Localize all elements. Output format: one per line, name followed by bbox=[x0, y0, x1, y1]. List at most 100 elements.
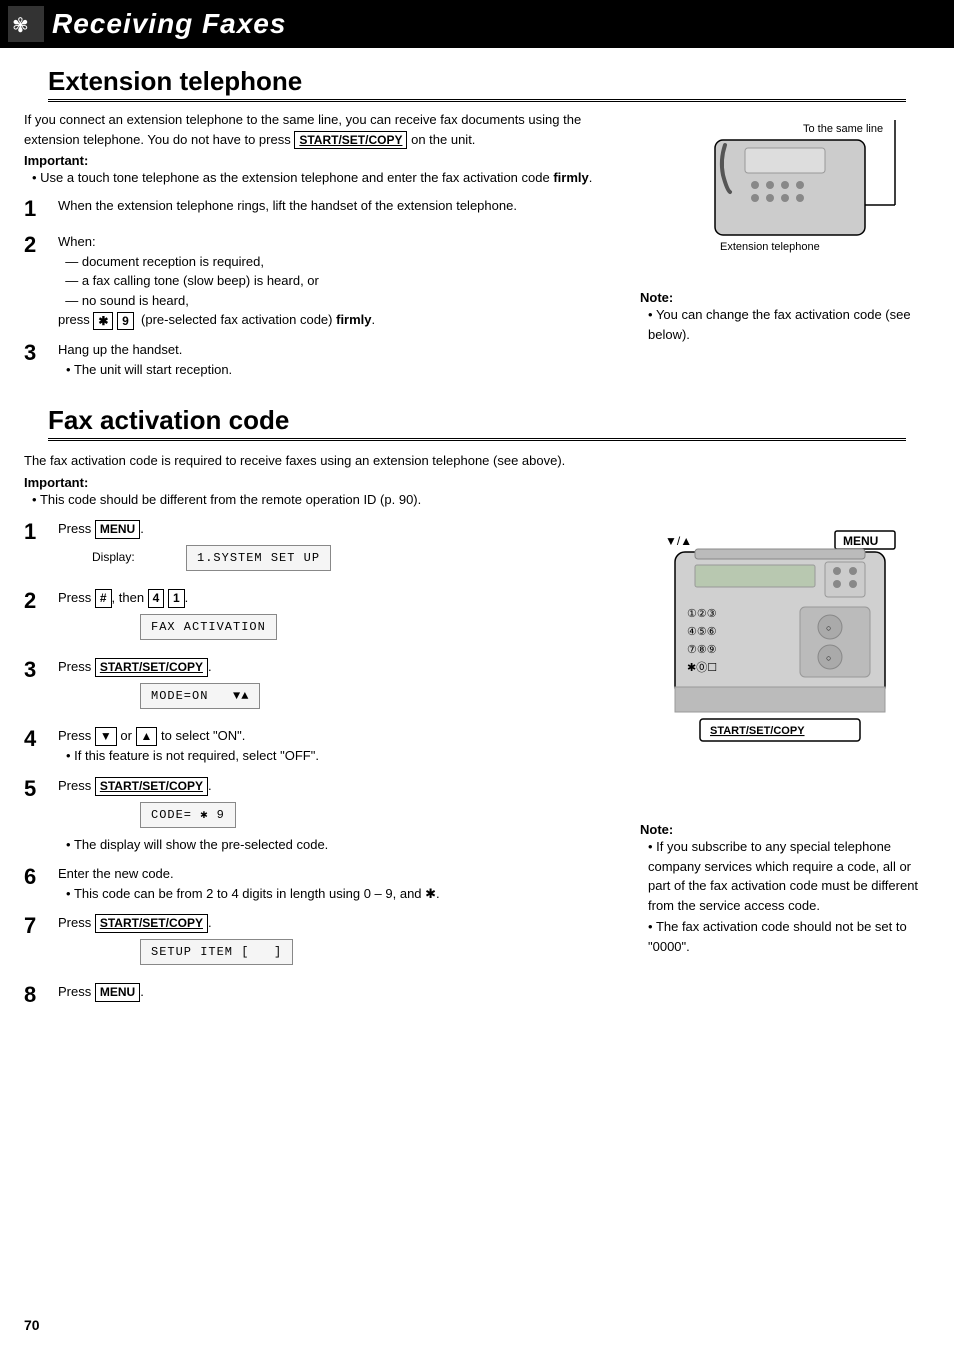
fax-step-6-number: 6 bbox=[24, 864, 52, 890]
fax-activation-cols: 1 Press MENU. Display: 1.SYSTEM SET UP 2 bbox=[24, 519, 930, 1018]
ext-step-2-number: 2 bbox=[24, 232, 52, 258]
display-label-1: Display: bbox=[92, 550, 138, 564]
fax-step-6-content: Enter the new code. This code can be fro… bbox=[58, 864, 440, 903]
svg-text:Extension telephone: Extension telephone bbox=[720, 241, 820, 253]
fax-step-6: 6 Enter the new code. This code can be f… bbox=[24, 864, 624, 903]
start-set-copy-key-5: START/SET/COPY bbox=[95, 777, 208, 796]
menu-key-8: MENU bbox=[95, 983, 140, 1002]
extension-section: Extension telephone If you connect an ex… bbox=[0, 48, 954, 389]
page-header: ✾ Receiving Faxes bbox=[0, 0, 954, 48]
fax-step-7-content: Press START/SET/COPY. SETUP ITEM [ ] bbox=[58, 913, 293, 972]
ext-step-1-number: 1 bbox=[24, 196, 52, 222]
fax-step-2-number: 2 bbox=[24, 588, 52, 614]
svg-text:▼/▲: ▼/▲ bbox=[665, 534, 692, 548]
fax-step-1-display-area: Display: 1.SYSTEM SET UP bbox=[92, 542, 331, 574]
fax-activation-section: Fax activation code The fax activation c… bbox=[0, 405, 954, 1018]
fax-step-1-number: 1 bbox=[24, 519, 52, 545]
ext-tel-illustration: To the same line bbox=[640, 110, 930, 278]
fax-important-label: Important: bbox=[24, 475, 930, 490]
extension-intro: If you connect an extension telephone to… bbox=[24, 110, 624, 149]
display-2: FAX ACTIVATION bbox=[140, 614, 277, 640]
fax-note-1: If you subscribe to any special telephon… bbox=[648, 837, 930, 915]
ext-step-1-content: When the extension telephone rings, lift… bbox=[58, 196, 517, 216]
fax-note-label: Note: bbox=[640, 822, 930, 837]
display-7: SETUP ITEM [ ] bbox=[140, 939, 293, 965]
svg-text:○: ○ bbox=[826, 653, 831, 663]
svg-text:✾: ✾ bbox=[12, 15, 29, 37]
page: ✾ Receiving Faxes Extension telephone If… bbox=[0, 0, 954, 1349]
svg-text:To the same line: To the same line bbox=[803, 123, 883, 135]
fax-step-3-content: Press START/SET/COPY. MODE=ON ▼▲ bbox=[58, 657, 260, 716]
fax-note-2: The fax activation code should not be se… bbox=[648, 917, 930, 956]
display-1: 1.SYSTEM SET UP bbox=[186, 545, 331, 571]
fax-step-5-number: 5 bbox=[24, 776, 52, 802]
fax-activation-right: ▼/▲ MENU bbox=[640, 519, 930, 1018]
fax-step-8: 8 Press MENU. bbox=[24, 982, 624, 1008]
fax-step-7-number: 7 bbox=[24, 913, 52, 939]
fax-step-8-number: 8 bbox=[24, 982, 52, 1008]
header-icon: ✾ bbox=[8, 6, 44, 42]
start-set-copy-key-3: START/SET/COPY bbox=[95, 658, 208, 677]
down-key-4: ▼ bbox=[95, 727, 117, 746]
fax-step-4-number: 4 bbox=[24, 726, 52, 752]
fax-machine-svg: ▼/▲ MENU bbox=[645, 527, 925, 807]
up-key-4: ▲ bbox=[136, 727, 158, 746]
start-set-copy-key: START/SET/COPY bbox=[294, 131, 407, 150]
start-set-copy-key-7: START/SET/COPY bbox=[95, 914, 208, 933]
svg-text:○: ○ bbox=[826, 623, 831, 633]
extension-left-col: If you connect an extension telephone to… bbox=[24, 110, 624, 389]
hash-key: # bbox=[95, 589, 112, 608]
fax-step-5: 5 Press START/SET/COPY. CODE= ✱ 9 The di… bbox=[24, 776, 624, 854]
fax-activation-title: Fax activation code bbox=[48, 405, 906, 441]
page-number: 70 bbox=[24, 1317, 40, 1333]
fax-step-1-content: Press MENU. Display: 1.SYSTEM SET UP bbox=[58, 519, 331, 578]
ext-step-2: 2 When: — document reception is required… bbox=[24, 232, 624, 330]
fax-important-bullet: This code should be different from the r… bbox=[32, 490, 930, 510]
fax-step-7: 7 Press START/SET/COPY. SETUP ITEM [ ] bbox=[24, 913, 624, 972]
fax-note-box: Note: If you subscribe to any special te… bbox=[640, 822, 930, 956]
fax-step-1: 1 Press MENU. Display: 1.SYSTEM SET UP bbox=[24, 519, 624, 578]
ext-note-box: Note: You can change the fax activation … bbox=[640, 290, 930, 344]
ext-tel-svg: To the same line bbox=[655, 110, 915, 275]
extension-steps: 1 When the extension telephone rings, li… bbox=[24, 196, 624, 379]
one-key: 1 bbox=[168, 589, 185, 608]
ext-important-label: Important: bbox=[24, 153, 624, 168]
fax-activation-intro: The fax activation code is required to r… bbox=[24, 451, 930, 471]
fax-step-8-content: Press MENU. bbox=[58, 982, 144, 1002]
extension-intro-area: If you connect an extension telephone to… bbox=[24, 110, 930, 389]
fax-step-2-content: Press #, then 4 1. FAX ACTIVATION bbox=[58, 588, 277, 647]
menu-key-1: MENU bbox=[95, 520, 140, 539]
fax-step-5-content: Press START/SET/COPY. CODE= ✱ 9 The disp… bbox=[58, 776, 328, 854]
ext-step-3-number: 3 bbox=[24, 340, 52, 366]
svg-text:⑦⑧⑨: ⑦⑧⑨ bbox=[687, 644, 717, 656]
fax-step-2: 2 Press #, then 4 1. FAX ACTIVATION bbox=[24, 588, 624, 647]
fax-step-7-display-area: SETUP ITEM [ ] bbox=[92, 936, 293, 968]
fax-step-4: 4 Press ▼ or ▲ to select "ON". If this f… bbox=[24, 726, 624, 765]
ext-step-2-content: When: — document reception is required, … bbox=[58, 232, 375, 330]
fax-step-4-content: Press ▼ or ▲ to select "ON". If this fea… bbox=[58, 726, 319, 765]
four-key: 4 bbox=[148, 589, 165, 608]
page-title: Receiving Faxes bbox=[52, 8, 286, 40]
fax-step-3-display-area: MODE=ON ▼▲ bbox=[92, 680, 260, 712]
ext-note-bullet: You can change the fax activation code (… bbox=[648, 305, 930, 344]
ext-important-bullet: Use a touch tone telephone as the extens… bbox=[32, 168, 624, 188]
fax-step-3: 3 Press START/SET/COPY. MODE=ON ▼▲ bbox=[24, 657, 624, 716]
ext-note-label: Note: bbox=[640, 290, 930, 305]
fax-activation-content: The fax activation code is required to r… bbox=[0, 445, 954, 1018]
ext-step-3-content: Hang up the handset. The unit will start… bbox=[58, 340, 232, 379]
nine-key: 9 bbox=[117, 312, 134, 331]
svg-text:START/SET/COPY: START/SET/COPY bbox=[710, 725, 805, 737]
svg-text:④⑤⑥: ④⑤⑥ bbox=[687, 626, 717, 638]
display-3: MODE=ON ▼▲ bbox=[140, 683, 260, 709]
svg-text:MENU: MENU bbox=[843, 534, 878, 548]
fax-activation-left: 1 Press MENU. Display: 1.SYSTEM SET UP 2 bbox=[24, 519, 624, 1018]
fax-step-5-display-area: CODE= ✱ 9 bbox=[92, 799, 328, 831]
ext-step-3: 3 Hang up the handset. The unit will sta… bbox=[24, 340, 624, 379]
star-key: ✱ bbox=[93, 312, 113, 331]
fax-machine-illustration: ▼/▲ MENU bbox=[640, 527, 930, 810]
fax-step-2-display-area: FAX ACTIVATION bbox=[92, 611, 277, 643]
ext-step-1: 1 When the extension telephone rings, li… bbox=[24, 196, 624, 222]
display-5: CODE= ✱ 9 bbox=[140, 802, 236, 828]
fax-step-3-number: 3 bbox=[24, 657, 52, 683]
svg-text:①②③: ①②③ bbox=[687, 608, 717, 620]
